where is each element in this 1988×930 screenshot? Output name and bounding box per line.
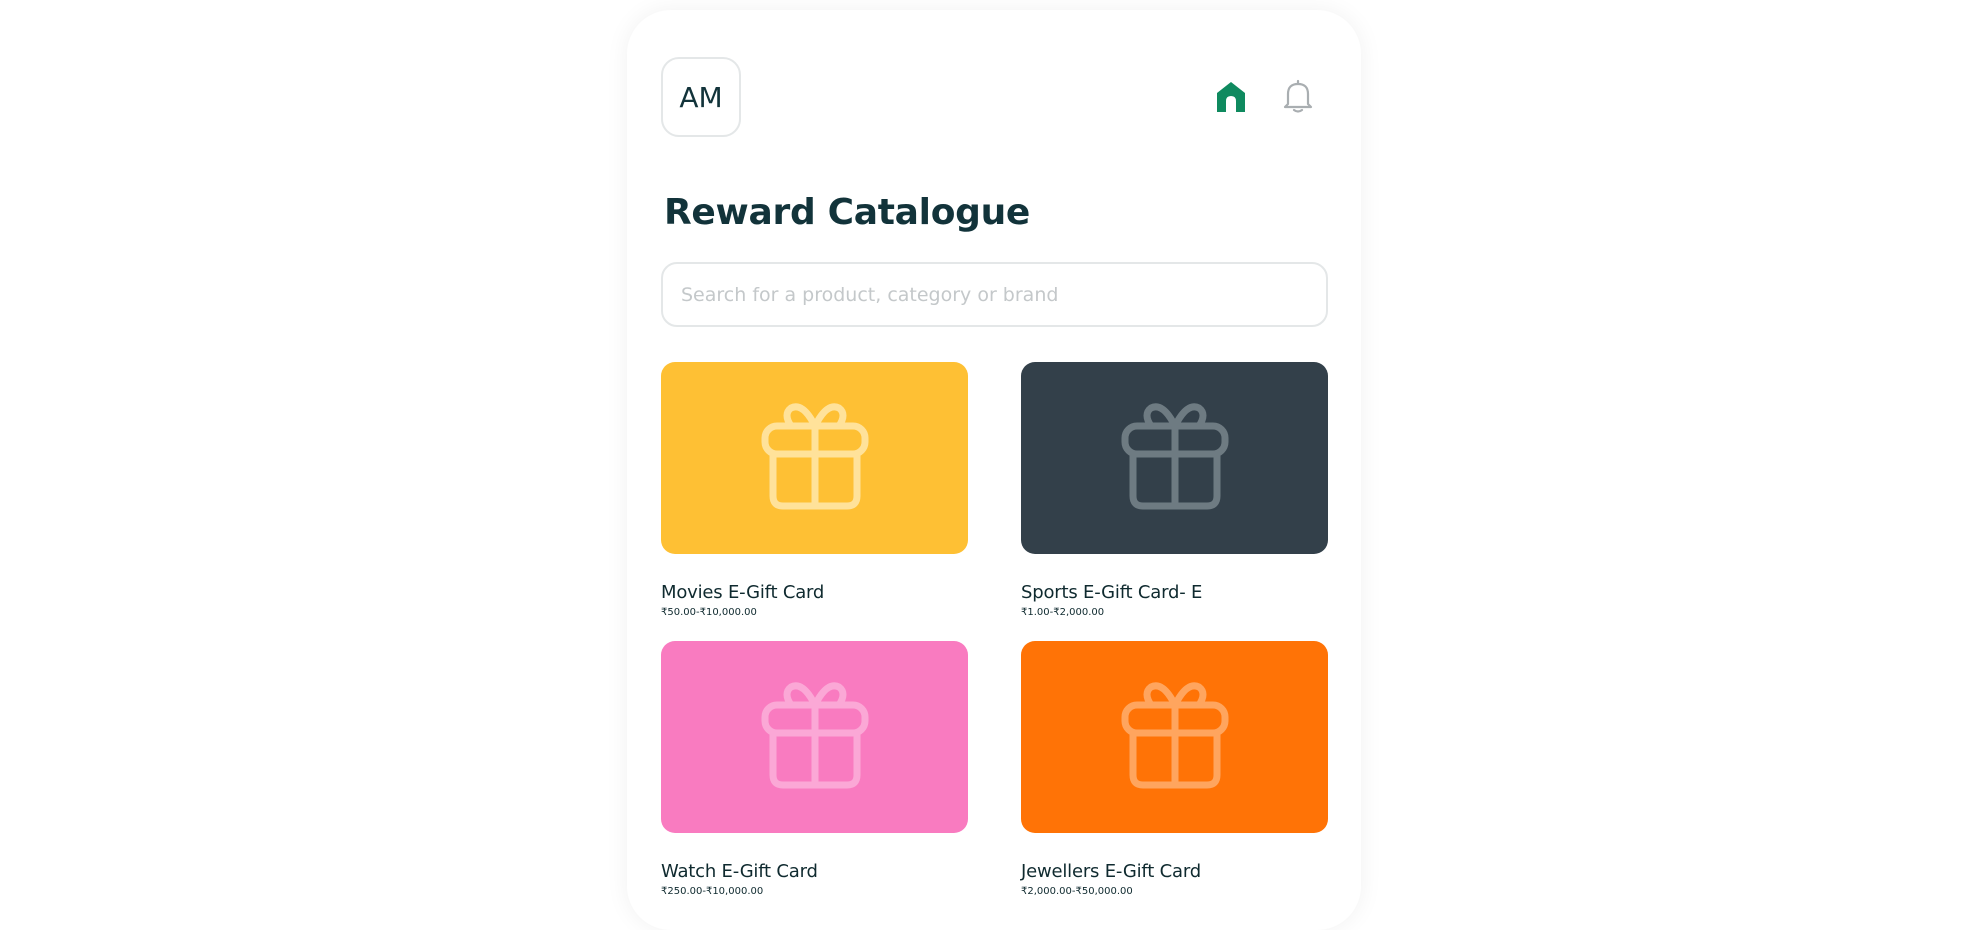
gift-icon <box>1115 675 1235 799</box>
card-image <box>661 362 968 554</box>
page-title: Reward Catalogue <box>664 192 1031 233</box>
avatar[interactable]: AM <box>661 57 741 137</box>
avatar-initials: AM <box>679 80 723 114</box>
card-price-range: ₹1.00-₹2,000.00 <box>1021 607 1105 618</box>
gift-icon <box>1115 396 1235 520</box>
gift-card-item[interactable]: Movies E-Gift Card ₹50.00-₹10,000.00 <box>661 362 968 618</box>
search-input[interactable] <box>661 262 1328 327</box>
phone-frame: AM Reward Catalogue Movies E-Gift Card ₹5… <box>627 10 1361 930</box>
card-price-range: ₹250.00-₹10,000.00 <box>661 886 764 897</box>
bell-icon[interactable] <box>1282 78 1314 114</box>
gift-card-item[interactable]: Sports E-Gift Card- E ₹1.00-₹2,000.00 <box>1021 362 1328 618</box>
card-image <box>661 641 968 833</box>
card-image <box>1021 641 1328 833</box>
card-title: Movies E-Gift Card <box>661 582 825 603</box>
card-image <box>1021 362 1328 554</box>
card-price-range: ₹50.00-₹10,000.00 <box>661 607 757 618</box>
card-title: Sports E-Gift Card- E <box>1021 582 1203 603</box>
gift-card-item[interactable]: Jewellers E-Gift Card ₹2,000.00-₹50,000.0… <box>1021 641 1328 897</box>
card-title: Watch E-Gift Card <box>661 861 818 882</box>
home-icon[interactable] <box>1214 79 1248 115</box>
gift-icon <box>755 675 875 799</box>
gift-icon <box>755 396 875 520</box>
card-title: Jewellers E-Gift Card <box>1021 861 1201 882</box>
card-price-range: ₹2,000.00-₹50,000.00 <box>1021 886 1133 897</box>
gift-card-item[interactable]: Watch E-Gift Card ₹250.00-₹10,000.00 <box>661 641 968 897</box>
